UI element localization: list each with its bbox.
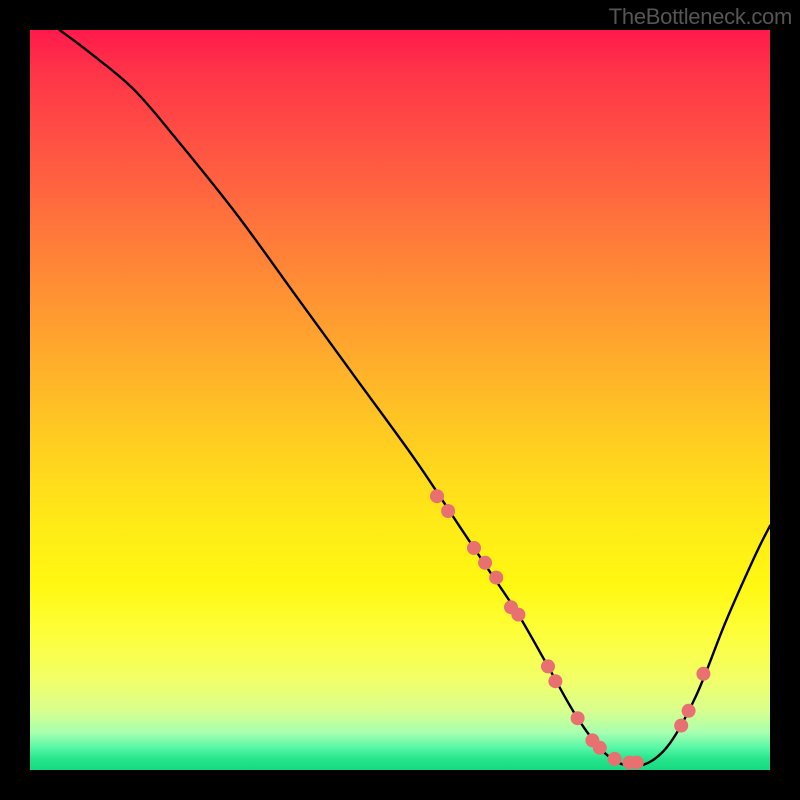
- highlight-point: [541, 659, 555, 673]
- highlight-points-group: [430, 489, 710, 769]
- highlight-point: [489, 571, 503, 585]
- highlight-point: [571, 711, 585, 725]
- highlight-point: [696, 667, 710, 681]
- points-svg: [30, 30, 770, 770]
- chart-plot-area: [30, 30, 770, 770]
- highlight-point: [548, 674, 562, 688]
- highlight-point: [441, 504, 455, 518]
- highlight-point: [511, 608, 525, 622]
- highlight-point: [593, 741, 607, 755]
- highlight-point: [630, 756, 644, 770]
- highlight-point: [608, 752, 622, 766]
- highlight-point: [467, 541, 481, 555]
- highlight-point: [430, 489, 444, 503]
- highlight-point: [478, 556, 492, 570]
- highlight-point: [682, 704, 696, 718]
- watermark-text: TheBottleneck.com: [609, 4, 792, 30]
- highlight-point: [674, 719, 688, 733]
